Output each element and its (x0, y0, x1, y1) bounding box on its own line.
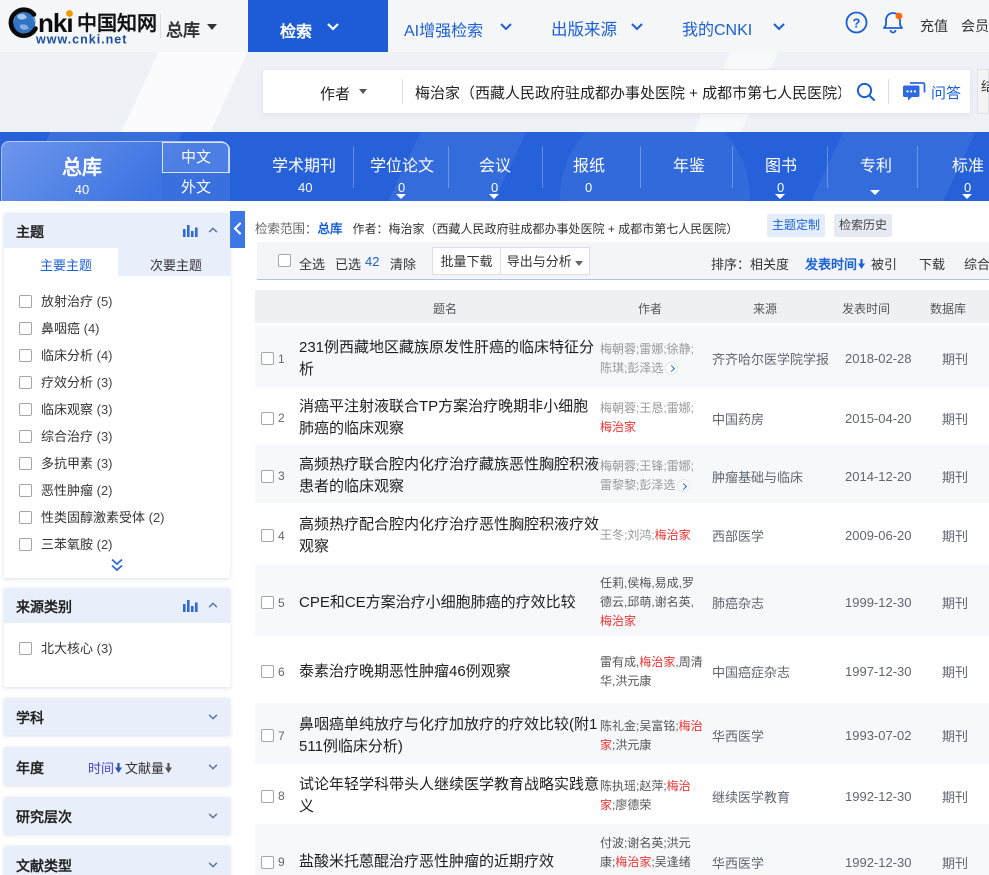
svg-text:中国知网: 中国知网 (77, 11, 157, 35)
svg-text:www.cnki.net: www.cnki.net (35, 33, 127, 47)
svg-text:?: ? (853, 16, 861, 31)
